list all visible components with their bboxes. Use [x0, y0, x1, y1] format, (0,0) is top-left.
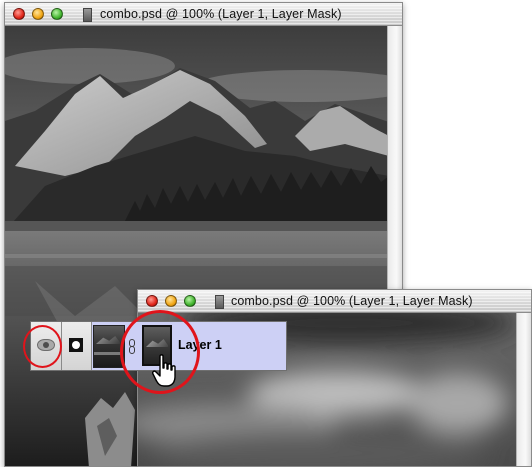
close-button[interactable] — [13, 8, 25, 20]
mask-mode-cell[interactable] — [62, 322, 92, 370]
zoom-button[interactable] — [51, 8, 63, 20]
title-bar[interactable]: combo.psd @ 100% (Layer 1, Layer Mask) — [5, 3, 402, 26]
circle-mask-icon — [69, 338, 83, 352]
zoom-button[interactable] — [184, 295, 196, 307]
highlight-circle-eye — [23, 325, 62, 368]
document-proxy-icon[interactable] — [83, 8, 92, 22]
title-bar[interactable]: combo.psd @ 100% (Layer 1, Layer Mask) — [138, 290, 531, 313]
close-button[interactable] — [146, 295, 158, 307]
window-title: combo.psd @ 100% (Layer 1, Layer Mask) — [231, 294, 473, 308]
document-window-front: combo.psd @ 100% (Layer 1, Layer Mask) — [137, 289, 532, 467]
document-proxy-icon[interactable] — [215, 295, 224, 309]
minimize-button[interactable] — [32, 8, 44, 20]
vertical-scrollbar[interactable] — [516, 313, 531, 466]
hand-pointer-icon — [152, 354, 176, 387]
window-title: combo.psd @ 100% (Layer 1, Layer Mask) — [100, 7, 342, 21]
minimize-button[interactable] — [165, 295, 177, 307]
